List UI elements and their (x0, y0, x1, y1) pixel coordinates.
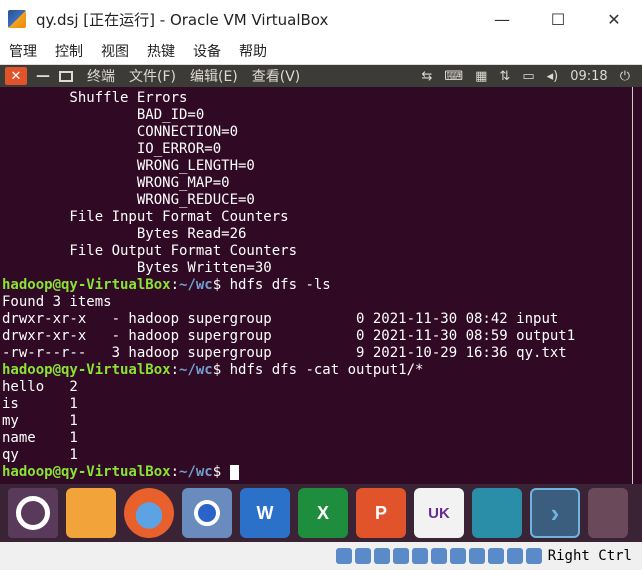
window-title-bar: qy.dsj [正在运行] - Oracle VM VirtualBox — ☐… (0, 0, 642, 38)
cpu-icon[interactable] (487, 548, 504, 564)
network-icon[interactable]: ⇆ (421, 69, 432, 84)
cat-output-line: name 1 (2, 430, 78, 446)
prompt-line: hadoop@qy-VirtualBox:~/wc$ hdfs dfs -ls (0, 277, 632, 294)
virtualbox-icon (8, 10, 26, 28)
window-title: qy.dsj [正在运行] - Oracle VM VirtualBox (36, 10, 329, 29)
terminal-minimize-button[interactable]: — (35, 68, 51, 84)
transfer-icon[interactable]: ⇅ (499, 69, 510, 84)
hdd-icon[interactable] (335, 548, 352, 564)
volume-icon[interactable]: ◂) (547, 69, 559, 84)
keyboard-capture-icon[interactable] (525, 548, 542, 564)
terminal-line: CONNECTION=0 (2, 124, 239, 140)
close-button[interactable]: ✕ (586, 0, 642, 38)
host-key-label: Right Ctrl (547, 548, 632, 564)
prompt-end: $ (212, 277, 230, 293)
terminal-window[interactable]: Shuffle Errors BAD_ID=0 CONNECTION=0 IO_… (0, 87, 632, 484)
prompt-sep: : (170, 277, 180, 293)
terminal-line: WRONG_REDUCE=0 (2, 192, 255, 208)
chrome-icon[interactable] (182, 488, 232, 538)
app-menu-file[interactable]: 文件(F) (129, 66, 176, 86)
menu-hotkeys[interactable]: 热键 (147, 41, 175, 61)
power-icon[interactable]: ⏻ (620, 69, 630, 84)
app-menu-view[interactable]: 查看(V) (252, 66, 301, 86)
keyboard-icon[interactable]: ⌨ (444, 69, 463, 84)
terminal-scrollbar[interactable] (632, 87, 642, 484)
mouse-integration-icon[interactable] (506, 548, 523, 564)
cat-output-line: my 1 (2, 413, 78, 429)
menu-view[interactable]: 视图 (101, 41, 129, 61)
menu-help[interactable]: 帮助 (239, 41, 267, 61)
terminal-line: Shuffle Errors (2, 90, 188, 106)
prompt-line: hadoop@qy-VirtualBox:~/wc$ (0, 464, 632, 481)
prompt-user: hadoop@qy-VirtualBox (2, 362, 171, 378)
prompt-end: $ (212, 362, 230, 378)
files-icon[interactable] (66, 488, 116, 538)
ubuntu-icon[interactable] (8, 488, 58, 538)
usb-icon[interactable] (411, 548, 428, 564)
terminal-line: Bytes Written=30 (2, 260, 272, 276)
command-text: hdfs dfs -ls (229, 277, 331, 293)
shared-folder-icon[interactable] (430, 548, 447, 564)
audio-icon[interactable] (373, 548, 390, 564)
calendar-icon[interactable]: ▦ (475, 69, 487, 84)
prompt-end: $ (212, 464, 230, 480)
command-text: hdfs dfs -cat output1/* (229, 362, 424, 378)
terminal-maximize-button[interactable] (59, 70, 73, 82)
prompt-path: ~/wc (179, 464, 213, 480)
prompt-line: hadoop@qy-VirtualBox:~/wc$ hdfs dfs -cat… (0, 362, 632, 379)
prompt-path: ~/wc (179, 277, 213, 293)
uk-icon[interactable]: UK (414, 488, 464, 538)
optical-drive-icon[interactable] (354, 548, 371, 564)
terminal-line: WRONG_LENGTH=0 (2, 158, 255, 174)
firefox-icon[interactable] (124, 488, 174, 538)
terminal-line: Bytes Read=26 (2, 226, 247, 242)
clock[interactable]: 09:18 (570, 69, 607, 84)
ls-output-line: Found 3 items (2, 294, 112, 310)
terminal-line: WRONG_MAP=0 (2, 175, 230, 191)
terminal-line: File Output Format Counters (2, 243, 298, 259)
launcher-dock: W X P UK › (0, 484, 642, 542)
prompt-path: ~/wc (179, 362, 213, 378)
ls-output-line: -rw-r--r-- 3 hadoop supergroup 9 2021-10… (2, 345, 567, 361)
cat-output-line: qy 1 (2, 447, 78, 463)
terminal-line: IO_ERROR=0 (2, 141, 222, 157)
ubuntu-top-panel: ✕ — 终端 文件(F) 编辑(E) 查看(V) ⇆ ⌨ ▦ ⇅ ▭ ◂) 09… (0, 65, 642, 87)
menu-manage[interactable]: 管理 (9, 41, 37, 61)
word-icon[interactable]: W (240, 488, 290, 538)
terminal-line: BAD_ID=0 (2, 107, 205, 123)
menu-control[interactable]: 控制 (55, 41, 83, 61)
prompt-user: hadoop@qy-VirtualBox (2, 277, 171, 293)
more-icon[interactable] (588, 488, 628, 538)
terminal-icon[interactable]: › (530, 488, 580, 538)
battery-icon[interactable]: ▭ (522, 69, 534, 84)
app-menu-terminal[interactable]: 终端 (87, 66, 115, 86)
terminal-line: File Input Format Counters (2, 209, 289, 225)
minimize-button[interactable]: — (474, 0, 530, 38)
prompt-sep: : (170, 464, 180, 480)
vbox-status-bar: Right Ctrl (0, 542, 642, 570)
ls-output-line: drwxr-xr-x - hadoop supergroup 0 2021-11… (2, 328, 576, 344)
app-menu-edit[interactable]: 编辑(E) (190, 66, 238, 86)
maximize-button[interactable]: ☐ (530, 0, 586, 38)
bot-icon[interactable] (472, 488, 522, 538)
excel-icon[interactable]: X (298, 488, 348, 538)
recording-icon[interactable] (468, 548, 485, 564)
powerpoint-icon[interactable]: P (356, 488, 406, 538)
prompt-user: hadoop@qy-VirtualBox (2, 464, 171, 480)
cat-output-line: hello 2 (2, 379, 78, 395)
cat-output-line: is 1 (2, 396, 78, 412)
vbox-menu-bar: 管理 控制 视图 热键 设备 帮助 (0, 38, 642, 65)
display-icon[interactable] (449, 548, 466, 564)
terminal-close-button[interactable]: ✕ (5, 67, 27, 85)
terminal-cursor (229, 464, 239, 480)
prompt-sep: : (170, 362, 180, 378)
ls-output-line: drwxr-xr-x - hadoop supergroup 0 2021-11… (2, 311, 559, 327)
network-adapter-icon[interactable] (392, 548, 409, 564)
menu-devices[interactable]: 设备 (193, 41, 221, 61)
